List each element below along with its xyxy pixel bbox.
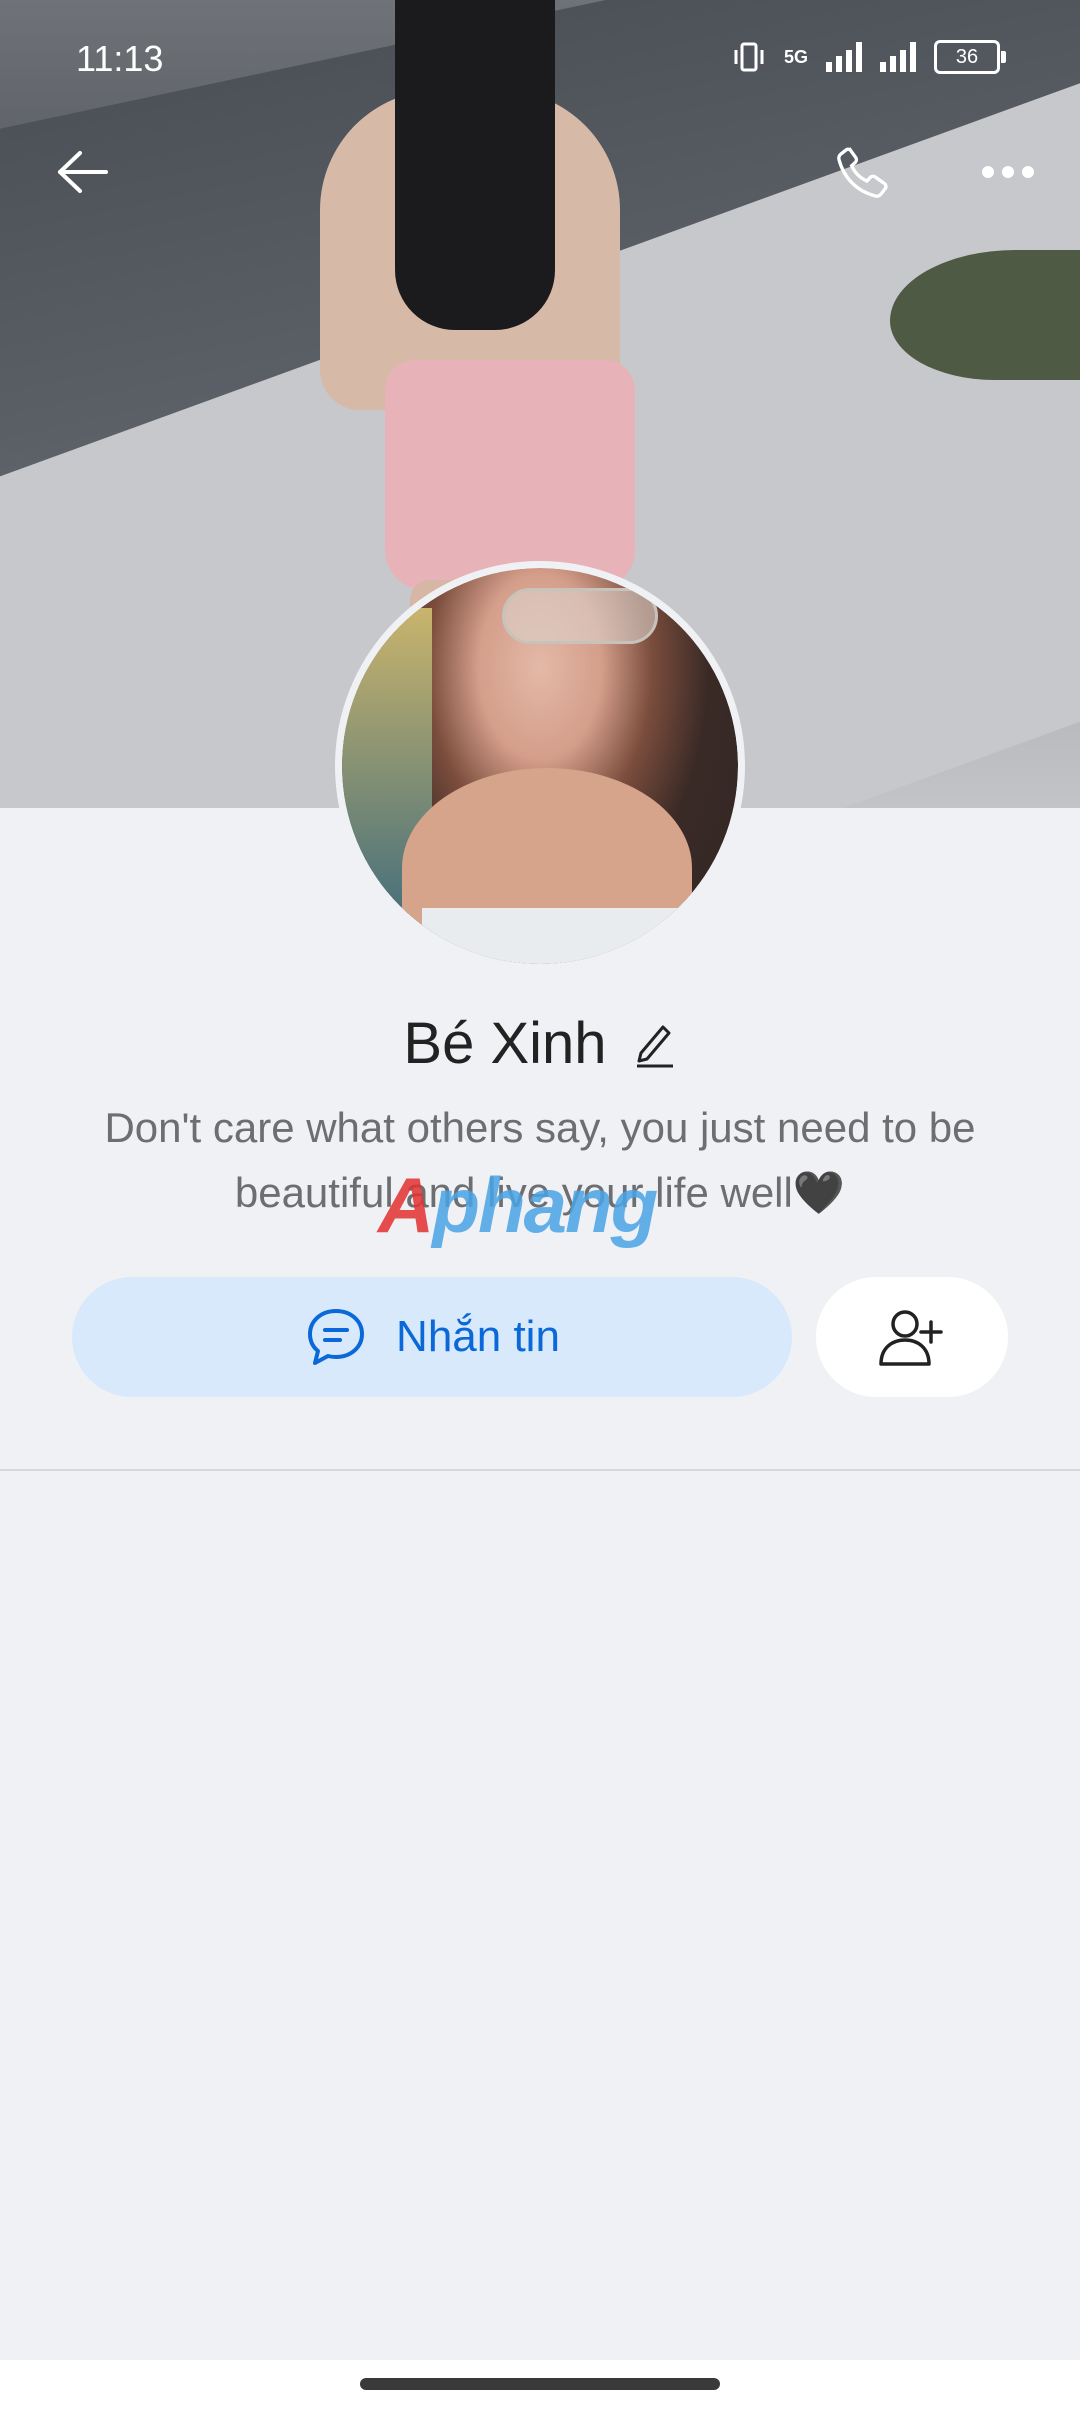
status-bar: 11:13 5G 36 [0, 0, 1080, 110]
more-horizontal-icon [982, 166, 1034, 178]
avatar[interactable] [335, 561, 745, 971]
back-button[interactable] [42, 132, 122, 212]
home-indicator[interactable] [360, 2378, 720, 2390]
avatar-top [422, 908, 682, 964]
more-button[interactable] [968, 132, 1048, 212]
status-icons: 5G 36 [732, 40, 1006, 74]
message-button[interactable]: Nhắn tin [72, 1277, 792, 1397]
section-divider [0, 1469, 1080, 1471]
edit-pencil-icon[interactable] [633, 1019, 677, 1069]
vibrate-icon [734, 42, 764, 72]
chat-bubble-icon [308, 1309, 365, 1365]
name-row: Bé Xinh [0, 1010, 1080, 1077]
status-time: 11:13 [76, 38, 164, 79]
avatar-image [342, 568, 738, 964]
network-type: 5G [783, 46, 808, 67]
message-button-label: Nhắn tin [396, 1312, 560, 1361]
signal-icon [826, 42, 862, 72]
signal-icon-2 [880, 42, 916, 72]
back-arrow-icon [58, 151, 108, 193]
phone-icon [837, 147, 888, 198]
battery-icon: 36 [934, 40, 1006, 74]
add-friend-icon [879, 1310, 943, 1366]
profile-name: Bé Xinh [403, 1011, 607, 1076]
cover-figure-skirt [385, 360, 635, 590]
call-button[interactable] [823, 132, 903, 212]
avatar-sunglasses [502, 588, 658, 644]
profile-bio: Don't care what others say, you just nee… [104, 1104, 976, 1216]
add-friend-button[interactable] [816, 1277, 1008, 1397]
